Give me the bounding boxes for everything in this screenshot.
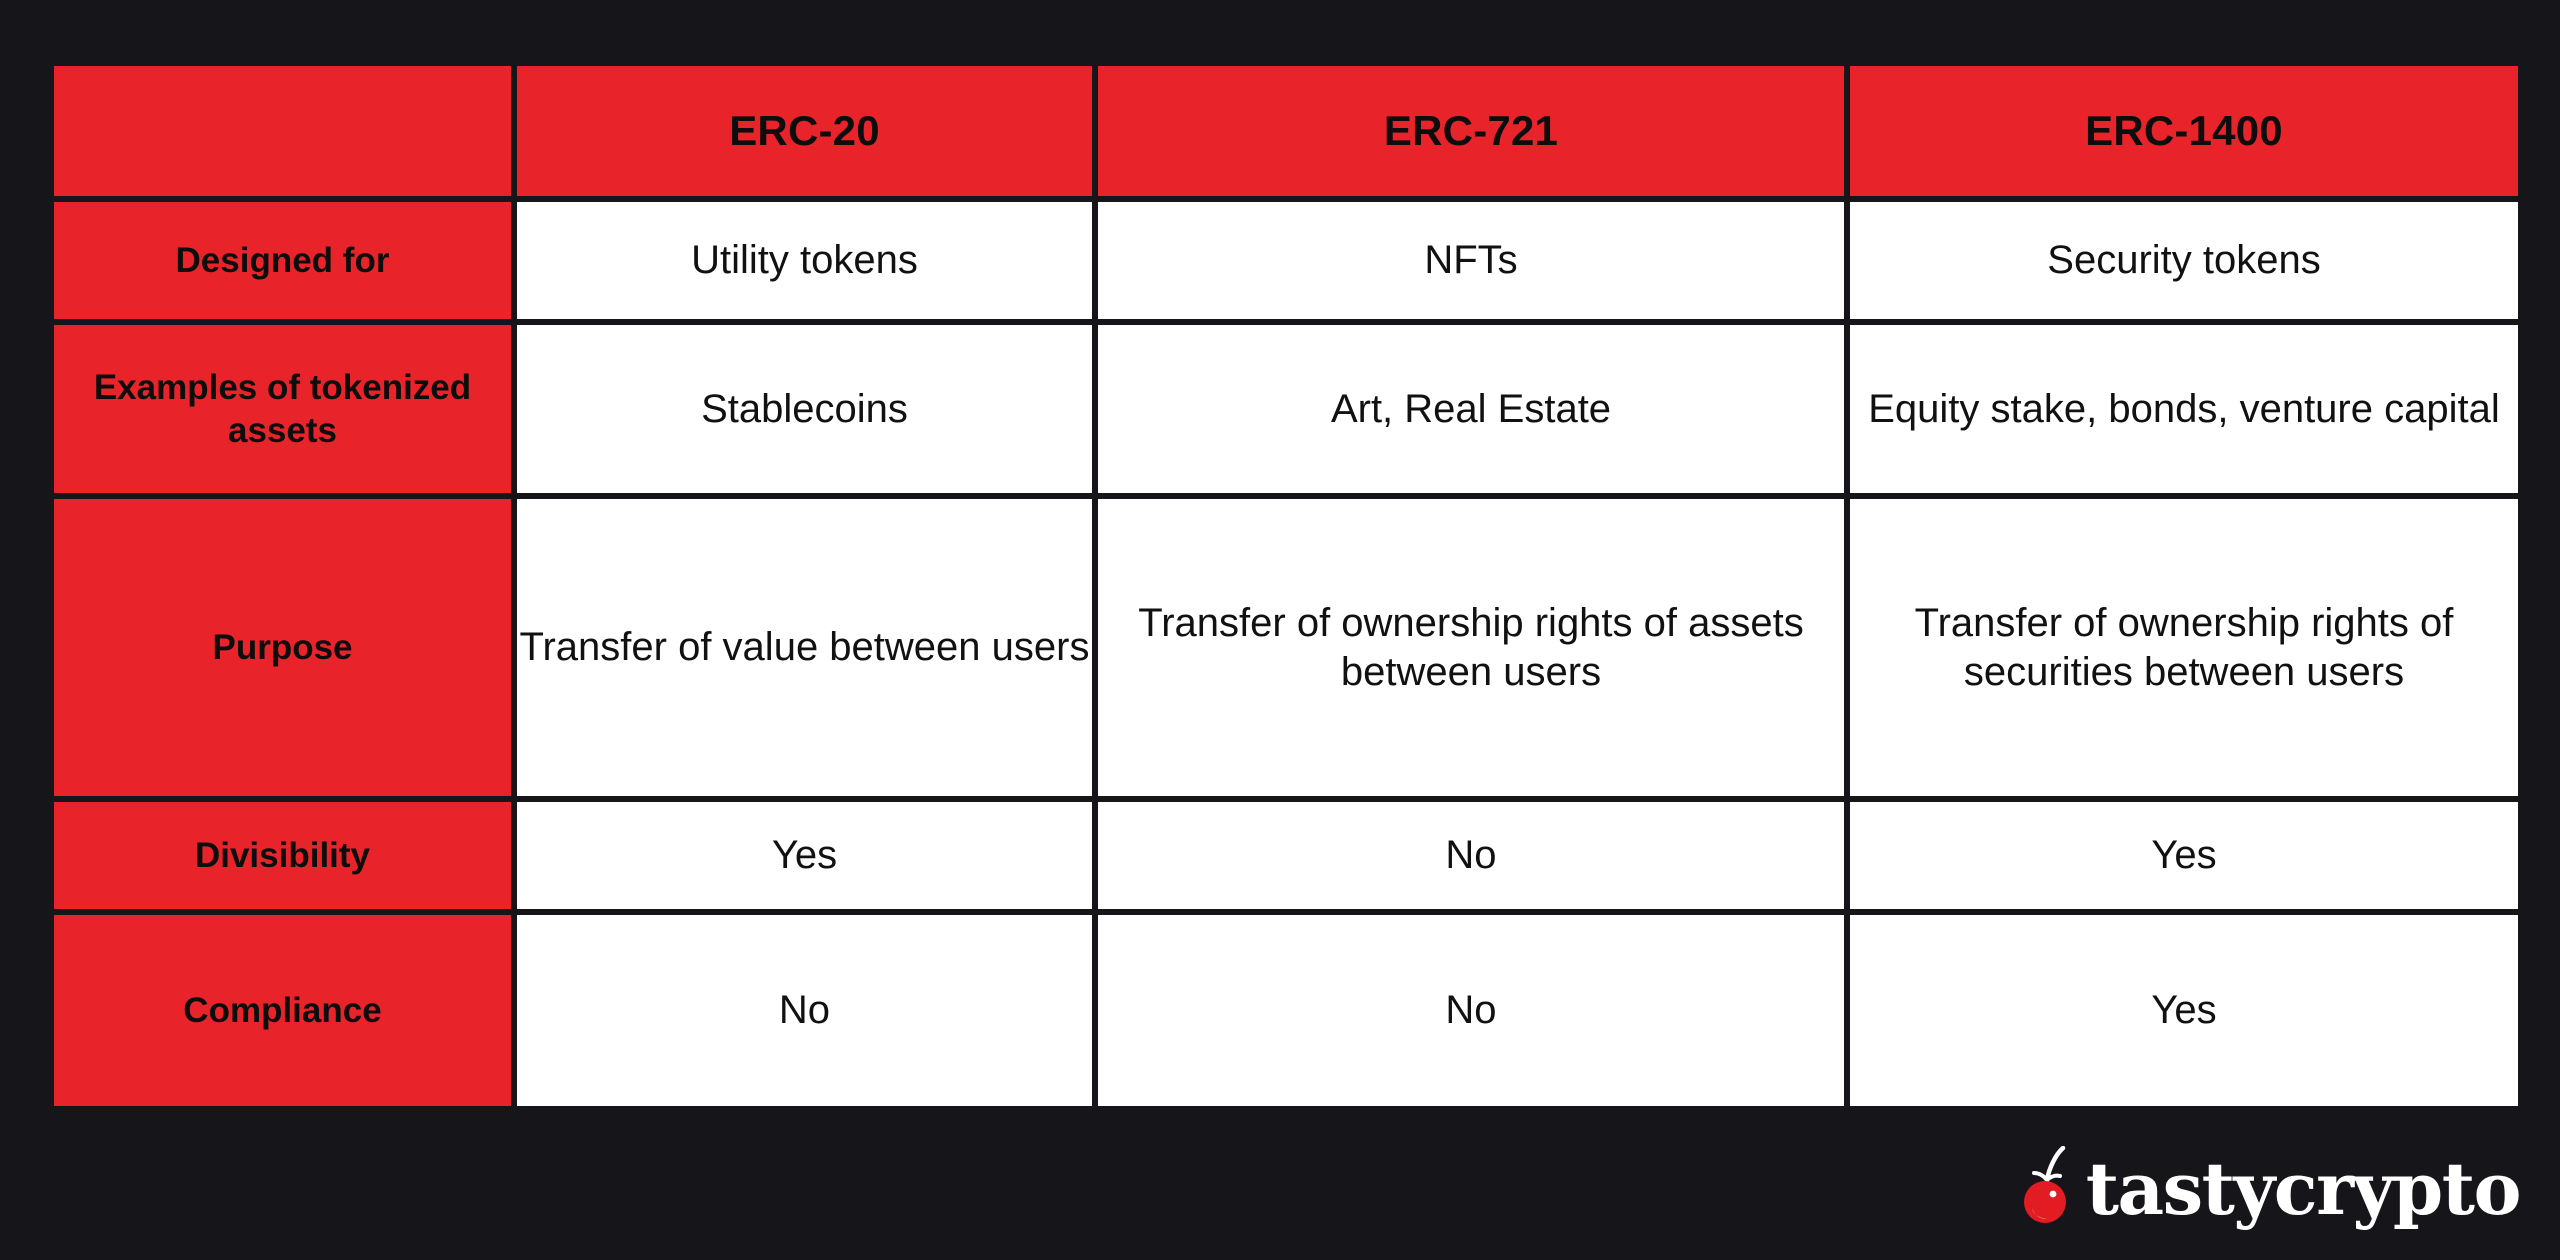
table-corner-cell [54, 66, 511, 196]
cell-purpose-erc721: Transfer of ownership rights of assets b… [1098, 499, 1844, 796]
cell-purpose-erc20: Transfer of value between users [517, 499, 1092, 796]
cherry-icon [2023, 1146, 2066, 1223]
cell-examples-erc721: Art, Real Estate [1098, 325, 1844, 493]
table-row: Purpose Transfer of value between users … [54, 499, 2518, 796]
column-header-erc20: ERC-20 [517, 66, 1092, 196]
table-header-row: ERC-20 ERC-721 ERC-1400 [54, 66, 2518, 196]
table-row: Compliance No No Yes [54, 915, 2518, 1106]
cell-purpose-erc1400: Transfer of ownership rights of securiti… [1850, 499, 2518, 796]
cell-divisibility-erc721: No [1098, 802, 1844, 909]
row-label-purpose: Purpose [54, 499, 511, 796]
erc-comparison-table: ERC-20 ERC-721 ERC-1400 Designed for Uti… [48, 60, 2524, 1112]
row-label-compliance: Compliance [54, 915, 511, 1106]
row-label-designed-for: Designed for [54, 202, 511, 319]
cell-examples-erc20: Stablecoins [517, 325, 1092, 493]
table-row: Divisibility Yes No Yes [54, 802, 2518, 909]
brand-logo: tastycrypto [2016, 1142, 2522, 1231]
table-row: Examples of tokenized assets Stablecoins… [54, 325, 2518, 493]
table-row: Designed for Utility tokens NFTs Securit… [54, 202, 2518, 319]
cell-compliance-erc1400: Yes [1850, 915, 2518, 1106]
cell-examples-erc1400: Equity stake, bonds, venture capital [1850, 325, 2518, 493]
row-label-examples-of-tokenized-assets: Examples of tokenized assets [54, 325, 511, 493]
page-canvas: ERC-20 ERC-721 ERC-1400 Designed for Uti… [0, 0, 2560, 1260]
cell-designed-for-erc20: Utility tokens [517, 202, 1092, 319]
cell-compliance-erc721: No [1098, 915, 1844, 1106]
brand-wordmark: tastycrypto [2085, 1146, 2522, 1231]
row-label-divisibility: Divisibility [54, 802, 511, 909]
cell-designed-for-erc721: NFTs [1098, 202, 1844, 319]
cell-compliance-erc20: No [517, 915, 1092, 1106]
cell-divisibility-erc1400: Yes [1850, 802, 2518, 909]
cell-designed-for-erc1400: Security tokens [1850, 202, 2518, 319]
column-header-erc721: ERC-721 [1098, 66, 1844, 196]
cell-divisibility-erc20: Yes [517, 802, 1092, 909]
column-header-erc1400: ERC-1400 [1850, 66, 2518, 196]
